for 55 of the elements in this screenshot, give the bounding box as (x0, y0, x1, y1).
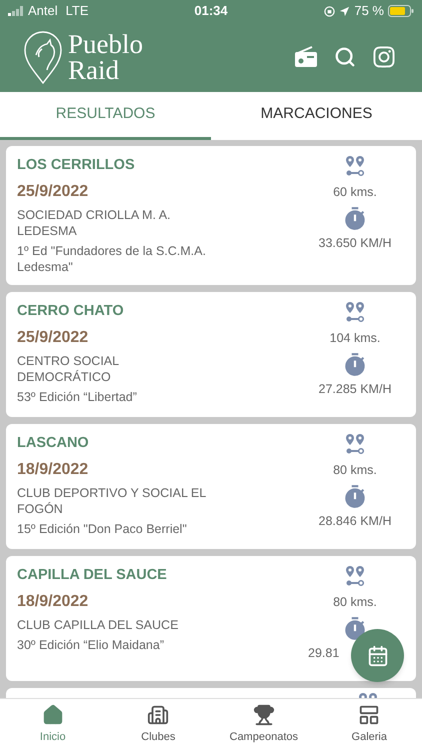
distance: 80 kms. (333, 462, 377, 479)
average-speed: 28.846 KM/H (318, 512, 392, 530)
average-speed: 27.285 KM/H (318, 380, 392, 398)
battery-percent: 75 % (354, 2, 384, 20)
race-date: 25/9/2022 (17, 328, 90, 348)
tab[interactable]: MARCACIONES (211, 92, 422, 140)
route-icon (344, 300, 366, 323)
nav-item[interactable]: Clubes (106, 699, 211, 750)
orientation-lock-icon (324, 6, 336, 16)
distance: 104 kms. (330, 330, 380, 347)
race-name: LOS CERRILLOS (17, 156, 136, 175)
race-card[interactable]: CAPILLA DEL SAUCE 18/9/2022 CLUB CAPILLA DEL SAUCE 30º Edición “Elio Maidana” 80 kms. 29.81 (6, 556, 416, 681)
logo-icon (22, 29, 64, 85)
network-type: LTE (66, 2, 89, 20)
distance: 80 kms. (333, 594, 377, 611)
tab[interactable]: RESULTADOS (0, 92, 211, 140)
battery-icon (388, 5, 414, 17)
calendar-icon (366, 644, 388, 666)
race-card[interactable]: LOS CERRILLOS 25/9/2022 SOCIEDAD CRIOLLA M. A. LEDESMA 1º Ed "Fundadores de la S.C.M.A. Ledesma" 60 kms. 33.650 KM/H (6, 146, 416, 285)
club-name: CLUB DEPORTIVO Y SOCIAL EL FOGÓN (17, 484, 207, 516)
race-card[interactable]: CERRO CHATO 25/9/2022 CENTRO SOCIAL DEMOCRÁTICO 53º Edición “Libertad” 104 kms. 27.285 KM/H (6, 292, 416, 417)
average-speed: 33.650 KM/H (318, 234, 392, 252)
club-name: SOCIEDAD CRIOLLA M. A. LEDESMA (17, 206, 172, 239)
clock: 01:34 (193, 2, 229, 20)
logo-text: Pueblo (68, 31, 144, 57)
nav-item[interactable]: Inicio (0, 699, 106, 750)
race-date: 18/9/2022 (17, 592, 90, 612)
race-name: CAPILLA DEL SAUCE (17, 566, 168, 585)
nav-item[interactable]: Campeonatos (211, 699, 316, 750)
route-icon (344, 564, 366, 587)
gallery-icon (358, 704, 380, 726)
distance: 60 kms. (333, 184, 377, 201)
nav-item[interactable]: Galeria (316, 699, 422, 750)
buildings-icon (147, 704, 170, 726)
club-name: CENTRO SOCIAL DEMOCRÁTICO (17, 352, 120, 384)
race-date: 25/9/2022 (17, 182, 90, 202)
race-date: 18/9/2022 (17, 460, 90, 480)
club-name: CLUB CAPILLA DEL SAUCE (17, 616, 180, 632)
route-icon (344, 155, 366, 177)
race-name: LASCANO (17, 434, 90, 453)
edition-name: 15º Edición "Don Paco Berriel" (17, 520, 188, 536)
edition-name: 53º Edición “Libertad” (17, 388, 138, 404)
route-icon (344, 432, 366, 455)
race-card[interactable]: LASCANO 18/9/2022 CLUB DEPORTIVO Y SOCIAL EL FOGÓN 15º Edición "Don Paco Berriel" 80 kms. 28.846 KM/H (6, 424, 416, 549)
trophy-icon (252, 704, 275, 726)
edition-name: 30º Edición “Elio Maidana” (17, 636, 166, 652)
radio-icon[interactable] (294, 46, 318, 68)
edition-name: 1º Ed "Fundadores de la S.C.M.A. Ledesma" (17, 242, 207, 275)
carrier: Antel (28, 2, 58, 20)
home-icon (42, 704, 64, 726)
location-icon (339, 6, 350, 16)
race-name: CERRO CHATO (17, 302, 125, 321)
logo-text: Raid (68, 57, 120, 83)
average-speed: 29.81 (307, 644, 340, 662)
signal-icon (8, 6, 24, 16)
